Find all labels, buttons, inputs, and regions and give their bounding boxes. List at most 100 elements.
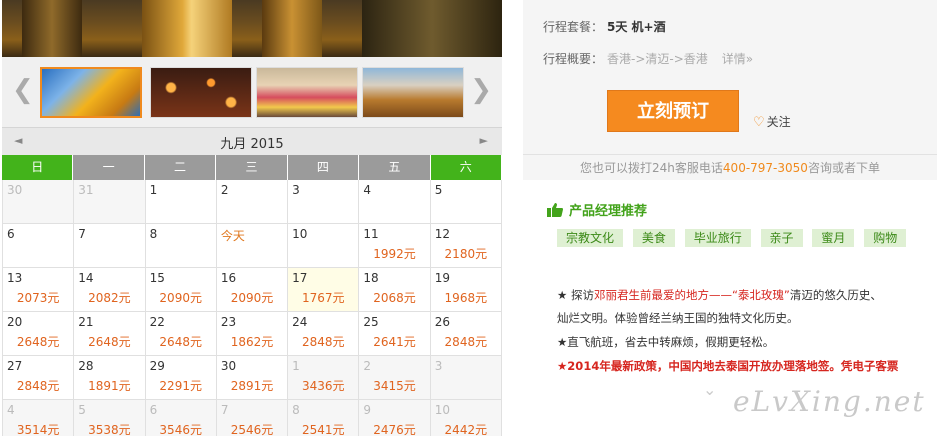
- calendar-day-price: 2082元: [88, 291, 131, 305]
- calendar-day-cell[interactable]: 25 2641元: [359, 312, 431, 355]
- hotline-bar: 您也可以拨打24h客服电话400-797-3050咨询或者下单: [523, 154, 937, 180]
- tag-item[interactable]: 蜜月: [812, 229, 855, 247]
- calendar-day-cell[interactable]: 30 2891元: [216, 356, 289, 399]
- recommend-title-text: 产品经理推荐: [569, 204, 648, 219]
- calendar-day-cell[interactable]: 3: [430, 356, 502, 399]
- calendar-day-number: 25: [363, 315, 379, 329]
- calendar-day-price: 2073元: [16, 291, 60, 305]
- calendar-day-price: 2090元: [230, 291, 274, 305]
- calendar-day-cell[interactable]: 27 2848元: [2, 356, 75, 399]
- calendar-day-cell[interactable]: 5: [430, 180, 502, 223]
- tag-item[interactable]: 毕业旅行: [684, 229, 751, 247]
- calendar-day-price: 2641元: [373, 335, 416, 349]
- product-left-panel: ❮ ❯ ◄ 九月 2015 ► 日 一 二 三 四 五 六 30 31 1 2 3 4 5 6…: [0, 0, 502, 436]
- weekday-label: 五: [359, 155, 431, 180]
- recommend-text: ★ 探访: [557, 288, 594, 302]
- recommend-policy-line: ★2014年最新政策，中国内地去泰国开放办理落地签。凭电子客票: [557, 359, 899, 373]
- tag-list: 宗教文化 美食 毕业旅行 亲子 蜜月 购物: [557, 229, 917, 257]
- calendar-day-cell[interactable]: 26 2848元: [430, 312, 502, 355]
- calendar-day-number: 30: [7, 183, 23, 197]
- calendar-day-cell[interactable]: 29 2291元: [145, 356, 217, 399]
- calendar-day-cell[interactable]: 2: [216, 180, 289, 223]
- calendar-day-cell[interactable]: 19 1968元: [430, 268, 502, 311]
- calendar-day-cell[interactable]: 21 2648元: [74, 312, 146, 355]
- calendar-day-cell[interactable]: 14 2082元: [74, 268, 146, 311]
- calendar-day-cell[interactable]: 8 2541元: [288, 400, 360, 436]
- hotline-phone[interactable]: 400-797-3050: [723, 161, 808, 175]
- tag-item[interactable]: 宗教文化: [557, 229, 624, 247]
- calendar-day-cell[interactable]: 10: [288, 224, 360, 267]
- calendar-day-cell[interactable]: 23 1862元: [216, 312, 289, 355]
- calendar-day-cell[interactable]: 12 2180元: [430, 224, 502, 267]
- book-now-button[interactable]: 立刻预订: [607, 90, 739, 132]
- calendar-day-number: 10: [292, 227, 308, 241]
- calendar-day-number: 5: [434, 183, 443, 197]
- calendar-day-number: 今天: [220, 229, 245, 243]
- calendar-day-cell[interactable]: 今天: [216, 224, 289, 267]
- package-label: 行程套餐：: [543, 20, 604, 34]
- calendar-day-cell[interactable]: 1: [145, 180, 217, 223]
- calendar-day-cell[interactable]: 16 2090元: [216, 268, 289, 311]
- thumbnail-lanterns[interactable]: [150, 67, 252, 118]
- calendar-day-price: 2848元: [444, 335, 488, 349]
- calendar-day-cell[interactable]: 2 3415元: [359, 356, 431, 399]
- booking-info-box: 行程套餐： 5天 机+酒 行程概要： 香港->清迈->香港 详情» 立刻预订 ♡ 关注 …: [523, 0, 937, 180]
- calendar-day-price: 3546元: [159, 423, 202, 436]
- calendar-month-title: 九月 2015: [220, 137, 284, 152]
- calendar-day-cell[interactable]: 6 3546元: [145, 400, 217, 436]
- calendar-day-cell[interactable]: 6: [2, 224, 75, 267]
- calendar-day-cell[interactable]: 4 3514元: [2, 400, 75, 436]
- calendar-day-cell[interactable]: 5 3538元: [74, 400, 146, 436]
- calendar-week-row: 13 2073元 14 2082元 15 2090元 16 2090元 17 1767元 18 206…: [2, 268, 502, 312]
- calendar-day-cell[interactable]: 24 2848元: [288, 312, 360, 355]
- calendar-day-price: 2442元: [444, 423, 488, 436]
- route-value: 香港->清迈->香港: [607, 52, 708, 66]
- calendar-day-cell[interactable]: 9 2476元: [359, 400, 431, 436]
- calendar-day-cell[interactable]: 8: [145, 224, 217, 267]
- tag-item[interactable]: 美食: [632, 229, 675, 247]
- chevron-left-icon[interactable]: ❮: [12, 77, 34, 103]
- calendar-day-cell[interactable]: 15 2090元: [145, 268, 217, 311]
- expand-more-icon[interactable]: ⌄: [703, 380, 716, 399]
- thumbnail-golden-stupa[interactable]: [40, 67, 142, 118]
- calendar-day-cell[interactable]: 17 1767元: [288, 268, 360, 311]
- calendar-day-number: 7: [220, 403, 229, 417]
- chevron-right-icon[interactable]: ❯: [470, 77, 492, 103]
- calendar-day-cell[interactable]: 30: [2, 180, 75, 223]
- calendar-day-cell[interactable]: 1 3436元: [288, 356, 360, 399]
- calendar-day-cell[interactable]: 13 2073元: [2, 268, 75, 311]
- calendar-day-cell[interactable]: 11 1992元: [359, 224, 431, 267]
- recommend-line: ★ 探访邓丽君生前最爱的地方——“泰北玫瑰”清迈的悠久历史、: [557, 287, 882, 303]
- calendar-day-price: 2068元: [373, 291, 416, 305]
- calendar-day-cell[interactable]: 28 1891元: [74, 356, 146, 399]
- calendar-day-cell[interactable]: 4: [359, 180, 431, 223]
- calendar-day-number: 21: [78, 315, 94, 329]
- calendar-day-number: 24: [292, 315, 308, 329]
- calendar-day-cell[interactable]: 3: [288, 180, 360, 223]
- calendar-day-cell[interactable]: 10 2442元: [430, 400, 502, 436]
- calendar-day-number: 19: [434, 271, 450, 285]
- calendar-day-cell[interactable]: 7: [74, 224, 146, 267]
- heart-icon: ♡: [753, 115, 765, 130]
- calendar-day-price: 2476元: [373, 423, 416, 436]
- thumbnail-festival[interactable]: [256, 67, 358, 118]
- calendar-day-cell[interactable]: 18 2068元: [359, 268, 431, 311]
- tag-item[interactable]: 购物: [864, 229, 907, 247]
- calendar-day-price: 1968元: [444, 291, 488, 305]
- calendar-week-row: 6 7 8 今天 10 11 1992元 12 2180元: [2, 224, 502, 268]
- next-month-icon[interactable]: ►: [480, 134, 488, 147]
- follow-button[interactable]: ♡ 关注: [753, 113, 791, 130]
- calendar-day-cell[interactable]: 20 2648元: [2, 312, 75, 355]
- calendar-day-price: 2648元: [88, 335, 131, 349]
- calendar-day-number: 30: [220, 359, 237, 373]
- calendar-day-number: 22: [149, 315, 165, 329]
- tag-item[interactable]: 亲子: [760, 229, 803, 247]
- calendar-day-cell[interactable]: 22 2648元: [145, 312, 217, 355]
- calendar-day-cell[interactable]: 31: [74, 180, 146, 223]
- calendar-day-price: 1767元: [301, 291, 345, 305]
- calendar-day-cell[interactable]: 7 2546元: [216, 400, 289, 436]
- thumbnail-temple[interactable]: [362, 67, 464, 118]
- calendar-day-price: 3436元: [301, 379, 345, 393]
- route-detail-link[interactable]: 详情»: [722, 52, 753, 66]
- recommend-highlight: 邓丽君生前最爱的地方——“泰北玫瑰”: [593, 288, 790, 302]
